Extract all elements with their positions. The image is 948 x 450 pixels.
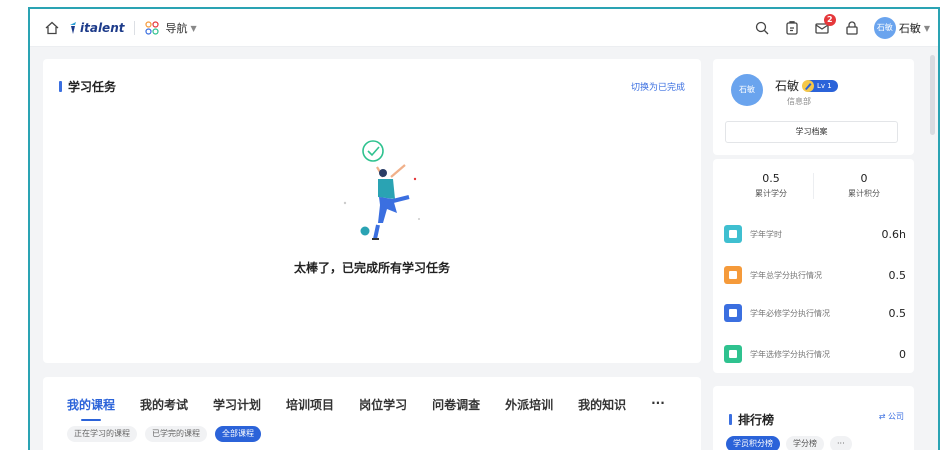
home-icon[interactable] — [44, 20, 60, 36]
search-icon[interactable] — [754, 20, 770, 36]
app-frame: italent 导航 ▼ 2 石敏 石敏 ▼ 学习任务 切换为已完成 太棒了，已… — [28, 7, 940, 450]
tab-position-learning[interactable]: 岗位学习 — [359, 396, 407, 413]
bookmark-icon — [724, 304, 742, 322]
section-title: 学习任务 — [59, 78, 116, 95]
top-bar: italent 导航 ▼ 2 石敏 石敏 ▼ — [30, 9, 938, 47]
monitor-icon — [724, 225, 742, 243]
credit-value: 0.5 — [762, 172, 780, 185]
metric-label: 学年选修学分执行情况 — [750, 349, 830, 359]
heart-icon — [724, 345, 742, 363]
tab-credit-ranking[interactable]: 学分榜 — [786, 436, 824, 450]
metric-value: 0 — [899, 347, 906, 361]
clipboard-icon[interactable] — [784, 20, 800, 36]
logo-mark-icon — [70, 22, 76, 34]
more-rankings-button[interactable]: ··· — [830, 436, 852, 450]
nav-menu[interactable]: 导航 — [165, 20, 187, 36]
points-label: 累计积分 — [848, 189, 880, 198]
more-tabs-button[interactable]: ··· — [651, 396, 665, 413]
tab-study-plan[interactable]: 学习计划 — [213, 396, 261, 413]
ranking-card: 排行榜 ⇄ 公司 学员积分榜 学分榜 ··· — [713, 386, 914, 450]
metric-value: 0.5 — [888, 268, 907, 282]
course-tabs: 我的课程 我的考试 学习计划 培训项目 岗位学习 问卷调查 外派培训 我的知识 … — [67, 396, 690, 421]
logo-text: italent — [80, 21, 125, 35]
ranking-scope-switch[interactable]: ⇄ 公司 — [879, 411, 904, 422]
stats-card: 0.5 累计学分 0 累计积分 学年学时 0.6h 学年总学分执行情况 0.5 … — [713, 159, 914, 373]
metric-row[interactable]: 学年学时 0.6h — [724, 224, 906, 244]
title-bar — [59, 81, 62, 92]
scrollbar[interactable] — [930, 55, 935, 135]
metric-value: 0.5 — [888, 306, 907, 320]
divider — [134, 21, 136, 35]
points-stat: 0 累计积分 — [824, 172, 904, 199]
metric-label: 学年总学分执行情况 — [750, 270, 822, 280]
task-title: 学习任务 — [68, 80, 117, 94]
level-badge: Lv 1 — [802, 79, 838, 92]
course-tabs-card: 我的课程 我的考试 学习计划 培训项目 岗位学习 问卷调查 外派培训 我的知识 … — [43, 377, 701, 450]
notification-badge: 2 — [823, 14, 836, 26]
metric-value: 0.6h — [881, 227, 906, 241]
check-square-icon — [724, 266, 742, 284]
divider — [813, 173, 814, 199]
learning-task-card: 学习任务 切换为已完成 太棒了，已完成所有学习任务 — [43, 59, 701, 363]
nav-grid-icon[interactable] — [145, 21, 160, 35]
lock-icon[interactable] — [844, 20, 860, 36]
tab-external-training[interactable]: 外派培训 — [505, 396, 553, 413]
pencil-badge-icon — [802, 79, 815, 92]
metric-row[interactable]: 学年选修学分执行情况 0 — [724, 344, 906, 364]
title-bar — [729, 414, 732, 425]
level-text: Lv 1 — [817, 81, 832, 90]
department: 信息部 — [787, 97, 811, 106]
tab-my-exams[interactable]: 我的考试 — [140, 396, 188, 413]
italent-logo[interactable]: italent — [68, 21, 124, 35]
ranking-tabs: 学员积分榜 学分榜 ··· — [726, 436, 858, 450]
credit-stat: 0.5 累计学分 — [731, 172, 811, 199]
tab-my-courses[interactable]: 我的课程 — [67, 396, 115, 421]
filter-all[interactable]: 全部课程 — [215, 426, 261, 442]
chevron-down-icon[interactable]: ▼ — [924, 24, 930, 33]
message-icon[interactable]: 2 — [814, 14, 836, 36]
avatar[interactable]: 石敏 — [731, 74, 763, 106]
profile-name: 石敏 — [775, 79, 800, 93]
metric-row[interactable]: 学年必修学分执行情况 0.5 — [724, 303, 906, 323]
filter-completed[interactable]: 已学完的课程 — [145, 426, 207, 442]
credit-label: 累计学分 — [755, 189, 787, 198]
user-name[interactable]: 石敏 — [899, 20, 921, 36]
empty-state-message: 太棒了，已完成所有学习任务 — [293, 261, 450, 275]
profile-card: 石敏 石敏 Lv 1 信息部 学习档案 — [713, 59, 914, 155]
ranking-title: 排行榜 — [738, 413, 775, 427]
points-value: 0 — [860, 172, 868, 185]
section-title: 排行榜 — [729, 411, 774, 428]
filter-in-progress[interactable]: 正在学习的课程 — [67, 426, 137, 442]
metric-label: 学年学时 — [750, 229, 782, 239]
tab-surveys[interactable]: 问卷调查 — [432, 396, 480, 413]
chevron-down-icon[interactable]: ▼ — [190, 24, 196, 33]
tab-training-projects[interactable]: 培训项目 — [286, 396, 334, 413]
switch-completed-link[interactable]: 切换为已完成 — [631, 80, 685, 93]
metric-label: 学年必修学分执行情况 — [750, 308, 830, 318]
tab-points-ranking[interactable]: 学员积分榜 — [726, 436, 780, 450]
profile-name-row: 石敏 Lv 1 — [775, 77, 838, 94]
tab-my-knowledge[interactable]: 我的知识 — [578, 396, 626, 413]
user-avatar[interactable]: 石敏 — [873, 17, 896, 39]
metric-row[interactable]: 学年总学分执行情况 0.5 — [724, 265, 906, 285]
course-filter: 正在学习的课程 已学完的课程 全部课程 — [67, 426, 269, 442]
celebration-illustration — [343, 140, 420, 240]
learning-archive-button[interactable]: 学习档案 — [725, 121, 898, 143]
